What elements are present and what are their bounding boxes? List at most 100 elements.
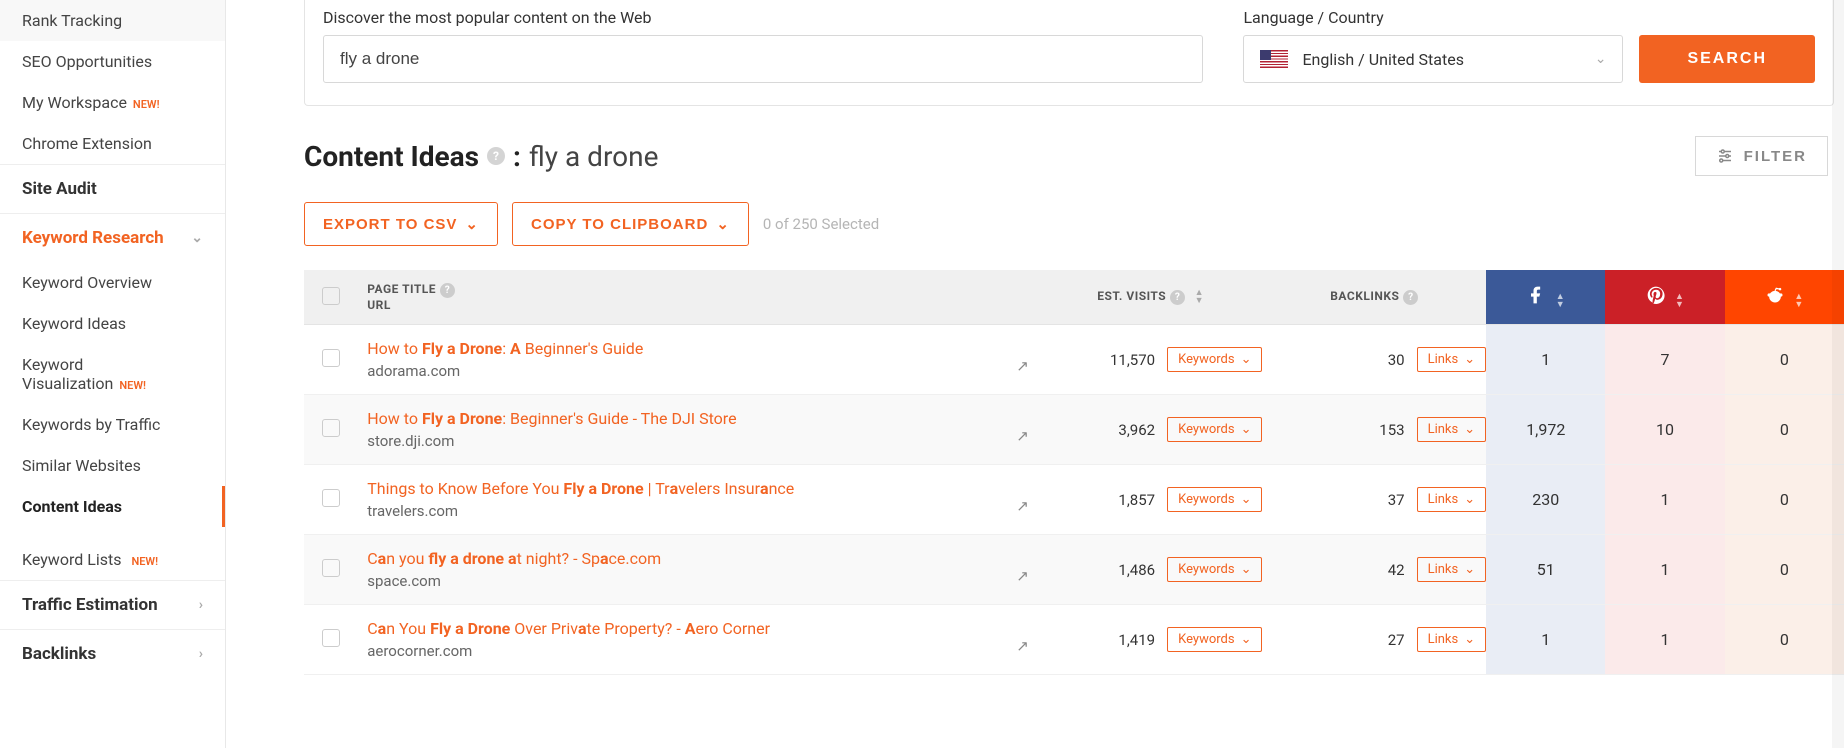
col-reddit[interactable]: ▲▼ <box>1725 270 1844 325</box>
sidebar-item[interactable]: SEO Opportunities <box>0 41 225 82</box>
sidebar-group-traffic-estimation[interactable]: Traffic Estimation › <box>0 580 225 629</box>
sidebar-item[interactable]: Keyword VisualizationNEW! <box>0 344 225 404</box>
page-title-prefix: Content Ideas <box>304 140 479 173</box>
col-checkbox <box>304 270 357 325</box>
search-button[interactable]: SEARCH <box>1639 35 1815 83</box>
export-csv-button[interactable]: EXPORT TO CSV ⌄ <box>304 202 498 246</box>
table-row: Can you fly a drone at night? - Space.co… <box>304 535 1844 605</box>
sidebar-item[interactable]: My WorkspaceNEW! <box>0 82 225 123</box>
filter-button[interactable]: FILTER <box>1695 136 1828 176</box>
facebook-count: 230 <box>1486 465 1605 535</box>
keywords-button[interactable]: Keywords ⌄ <box>1167 627 1262 652</box>
row-checkbox[interactable] <box>322 629 340 647</box>
copy-label: COPY TO CLIPBOARD <box>531 216 708 233</box>
result-url: store.dji.com <box>367 432 1029 450</box>
sidebar-item-label: Content Ideas <box>22 497 122 516</box>
copy-clipboard-button[interactable]: COPY TO CLIPBOARD ⌄ <box>512 202 749 246</box>
reddit-count: 0 <box>1725 465 1844 535</box>
help-icon[interactable]: ? <box>1403 290 1418 305</box>
keywords-button[interactable]: Keywords ⌄ <box>1167 557 1262 582</box>
backlinks-value: 42 <box>1388 561 1405 579</box>
reddit-count: 0 <box>1725 395 1844 465</box>
chevron-down-icon: ⌄ <box>1241 632 1252 647</box>
sidebar-item-label: Keyword Ideas <box>22 314 126 333</box>
sidebar-item[interactable]: Keyword Overview <box>0 262 225 303</box>
language-select[interactable]: English / United States ⌄ <box>1243 35 1623 83</box>
pinterest-count: 7 <box>1605 325 1724 395</box>
flag-us-icon <box>1260 50 1288 68</box>
help-icon[interactable]: ? <box>1170 290 1185 305</box>
chevron-down-icon: ⌄ <box>716 215 730 233</box>
row-checkbox[interactable] <box>322 349 340 367</box>
sidebar-item-label: Keyword Overview <box>22 273 152 292</box>
page-title: Content Ideas ? : fly a drone <box>304 140 658 173</box>
sidebar-item-label: My Workspace <box>22 93 127 112</box>
discover-label: Discover the most popular content on the… <box>323 8 1227 27</box>
selection-count: 0 of 250 Selected <box>763 215 879 233</box>
chevron-down-icon: ⌄ <box>1241 492 1252 507</box>
external-link-icon[interactable]: ↗ <box>1016 427 1029 445</box>
help-icon[interactable]: ? <box>440 283 455 298</box>
links-button[interactable]: Links ⌄ <box>1417 487 1487 512</box>
sidebar-item-keyword-lists[interactable]: Keyword Lists NEW! <box>0 539 225 580</box>
row-checkbox[interactable] <box>322 489 340 507</box>
col-pinterest[interactable]: ▲▼ <box>1605 270 1724 325</box>
sidebar-item-label: Similar Websites <box>22 456 141 475</box>
sort-icon[interactable]: ▲▼ <box>1195 289 1204 305</box>
language-label: Language / Country <box>1243 8 1623 27</box>
row-checkbox[interactable] <box>322 559 340 577</box>
reddit-count: 0 <box>1725 535 1844 605</box>
sidebar-item[interactable]: Keyword Ideas <box>0 303 225 344</box>
keywords-button[interactable]: Keywords ⌄ <box>1167 417 1262 442</box>
links-button[interactable]: Links ⌄ <box>1417 347 1487 372</box>
keywords-button[interactable]: Keywords ⌄ <box>1167 347 1262 372</box>
backlinks-value: 30 <box>1388 351 1405 369</box>
external-link-icon[interactable]: ↗ <box>1016 637 1029 655</box>
external-link-icon[interactable]: ↗ <box>1016 497 1029 515</box>
result-title-link[interactable]: Can you fly a drone at night? - Space.co… <box>367 549 661 568</box>
pinterest-count: 1 <box>1605 535 1724 605</box>
facebook-count: 51 <box>1486 535 1605 605</box>
chevron-down-icon: ⌄ <box>1464 562 1475 577</box>
facebook-count: 1 <box>1486 325 1605 395</box>
links-button[interactable]: Links ⌄ <box>1417 557 1487 582</box>
result-title-link[interactable]: How to Fly a Drone: A Beginner's Guide <box>367 339 643 358</box>
sidebar-item[interactable]: Chrome Extension <box>0 123 225 164</box>
result-title-link[interactable]: Can You Fly a Drone Over Private Propert… <box>367 619 770 638</box>
result-title-link[interactable]: How to Fly a Drone: Beginner's Guide - T… <box>367 409 736 428</box>
sidebar-item-label: SEO Opportunities <box>22 52 152 71</box>
select-all-checkbox[interactable] <box>322 287 340 305</box>
sort-icon[interactable]: ▲▼ <box>1675 293 1684 309</box>
sidebar-item[interactable]: Content Ideas <box>0 486 225 527</box>
row-checkbox[interactable] <box>322 419 340 437</box>
col-backlinks[interactable]: BACKLINKS? <box>1262 270 1486 325</box>
search-input[interactable] <box>323 35 1203 83</box>
sidebar-group-site-audit[interactable]: Site Audit <box>0 164 225 213</box>
chevron-down-icon: ⌄ <box>1595 51 1607 67</box>
external-link-icon[interactable]: ↗ <box>1016 357 1029 375</box>
sidebar-item[interactable]: Similar Websites <box>0 445 225 486</box>
links-button[interactable]: Links ⌄ <box>1417 417 1487 442</box>
table-row: How to Fly a Drone: A Beginner's Guide↗a… <box>304 325 1844 395</box>
sidebar-item[interactable]: Keywords by Traffic <box>0 404 225 445</box>
external-link-icon[interactable]: ↗ <box>1016 567 1029 585</box>
sidebar-group-keyword-research[interactable]: Keyword Research ⌄ <box>0 213 225 262</box>
page-title-query: fly a drone <box>529 140 659 173</box>
sidebar-label: Keyword Research <box>22 228 164 248</box>
help-icon[interactable]: ? <box>487 147 505 165</box>
sidebar-item-label: Rank Tracking <box>22 11 122 30</box>
col-facebook[interactable]: ▲▼ <box>1486 270 1605 325</box>
est-visits-value: 11,570 <box>1110 351 1155 369</box>
sort-icon[interactable]: ▲▼ <box>1794 293 1803 309</box>
sort-icon[interactable]: ▲▼ <box>1556 293 1565 309</box>
sidebar-group-backlinks[interactable]: Backlinks › <box>0 629 225 678</box>
result-title-link[interactable]: Things to Know Before You Fly a Drone | … <box>367 479 794 498</box>
col-est-visits[interactable]: EST. VISITS? ▲▼ <box>1039 270 1263 325</box>
col-page-title[interactable]: PAGE TITLE? URL <box>357 270 1039 325</box>
keywords-button[interactable]: Keywords ⌄ <box>1167 487 1262 512</box>
sidebar-item[interactable]: Rank Tracking <box>0 0 225 41</box>
results-table: PAGE TITLE? URL EST. VISITS? ▲▼ BACKLINK… <box>304 270 1844 675</box>
backlinks-value: 27 <box>1388 631 1405 649</box>
chevron-right-icon: › <box>199 597 203 613</box>
links-button[interactable]: Links ⌄ <box>1417 627 1487 652</box>
